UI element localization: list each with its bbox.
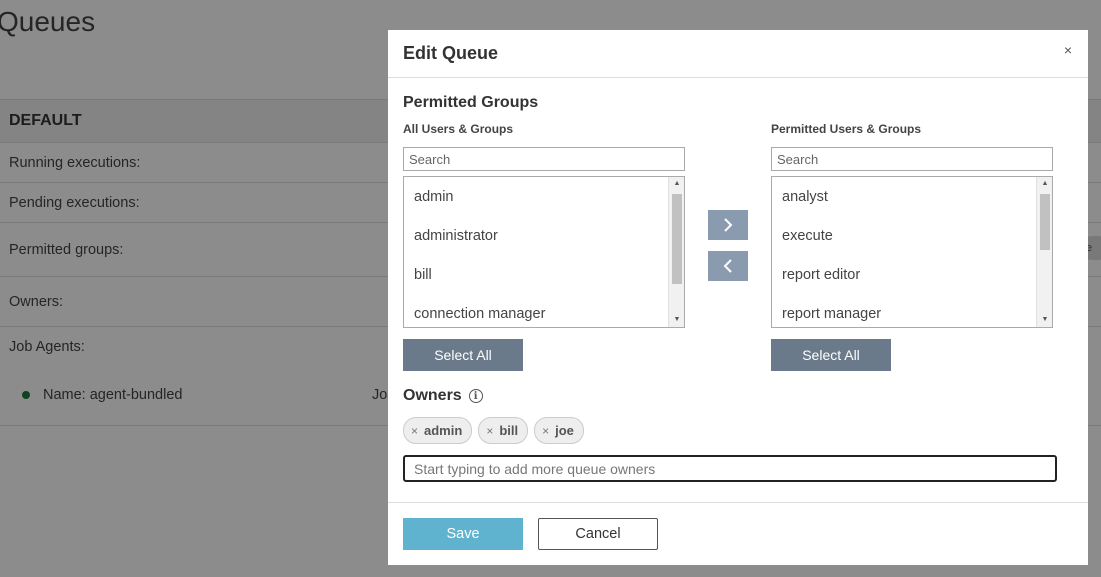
owners-title-text: Owners xyxy=(403,387,462,404)
all-users-list[interactable]: admin administrator bill connection mana… xyxy=(403,176,685,328)
move-left-button[interactable] xyxy=(708,251,748,281)
owner-chip: × admin xyxy=(403,417,473,444)
save-button[interactable]: Save xyxy=(403,518,523,550)
modal-header: Edit Queue × xyxy=(388,30,1088,78)
scroll-thumb[interactable] xyxy=(672,194,682,284)
permitted-users-scrollbar[interactable]: ▲ ▼ xyxy=(1036,177,1052,327)
move-right-button[interactable] xyxy=(708,210,748,240)
owner-chips: × admin × bill × joe xyxy=(403,417,590,444)
select-all-left-button[interactable]: Select All xyxy=(403,339,523,371)
all-users-search-input[interactable] xyxy=(403,147,685,171)
remove-chip-icon[interactable]: × xyxy=(411,424,418,438)
owners-section-title: Owners i xyxy=(403,387,483,405)
cancel-button[interactable]: Cancel xyxy=(538,518,658,550)
owner-chip-label: admin xyxy=(424,423,463,438)
list-item[interactable]: connection manager xyxy=(404,294,684,327)
scroll-down-icon[interactable]: ▼ xyxy=(1037,313,1052,327)
list-item[interactable]: bill xyxy=(404,255,684,294)
all-users-scrollbar[interactable]: ▲ ▼ xyxy=(668,177,684,327)
permitted-users-groups-label: Permitted Users & Groups xyxy=(771,122,922,136)
edit-queue-modal: Edit Queue × Permitted Groups All Users … xyxy=(388,30,1088,565)
permitted-users-search-input[interactable] xyxy=(771,147,1053,171)
list-item[interactable]: report manager xyxy=(772,294,1052,327)
permitted-groups-title: Permitted Groups xyxy=(403,94,539,111)
owner-chip: × joe xyxy=(534,417,584,444)
select-all-right-button[interactable]: Select All xyxy=(771,339,891,371)
chevron-left-icon xyxy=(723,259,732,273)
all-users-groups-label: All Users & Groups xyxy=(403,122,514,136)
modal-footer: Save Cancel xyxy=(388,502,1088,565)
list-item[interactable]: administrator xyxy=(404,216,684,255)
list-item[interactable]: execute xyxy=(772,216,1052,255)
list-item[interactable]: report editor xyxy=(772,255,1052,294)
remove-chip-icon[interactable]: × xyxy=(486,424,493,438)
list-item[interactable]: admin xyxy=(404,177,684,216)
owners-input[interactable] xyxy=(403,455,1057,482)
owner-chip: × bill xyxy=(478,417,529,444)
modal-title: Edit Queue xyxy=(403,43,499,63)
permitted-users-list[interactable]: analyst execute report editor report man… xyxy=(771,176,1053,328)
chevron-right-icon xyxy=(724,218,733,232)
scroll-up-icon[interactable]: ▲ xyxy=(1037,177,1052,191)
remove-chip-icon[interactable]: × xyxy=(542,424,549,438)
owner-chip-label: joe xyxy=(555,423,574,438)
info-icon[interactable]: i xyxy=(468,389,483,403)
scroll-thumb[interactable] xyxy=(1040,194,1050,250)
close-icon[interactable]: × xyxy=(1064,42,1072,58)
scroll-up-icon[interactable]: ▲ xyxy=(669,177,684,191)
owner-chip-label: bill xyxy=(499,423,519,438)
scroll-down-icon[interactable]: ▼ xyxy=(669,313,684,327)
list-item[interactable]: analyst xyxy=(772,177,1052,216)
